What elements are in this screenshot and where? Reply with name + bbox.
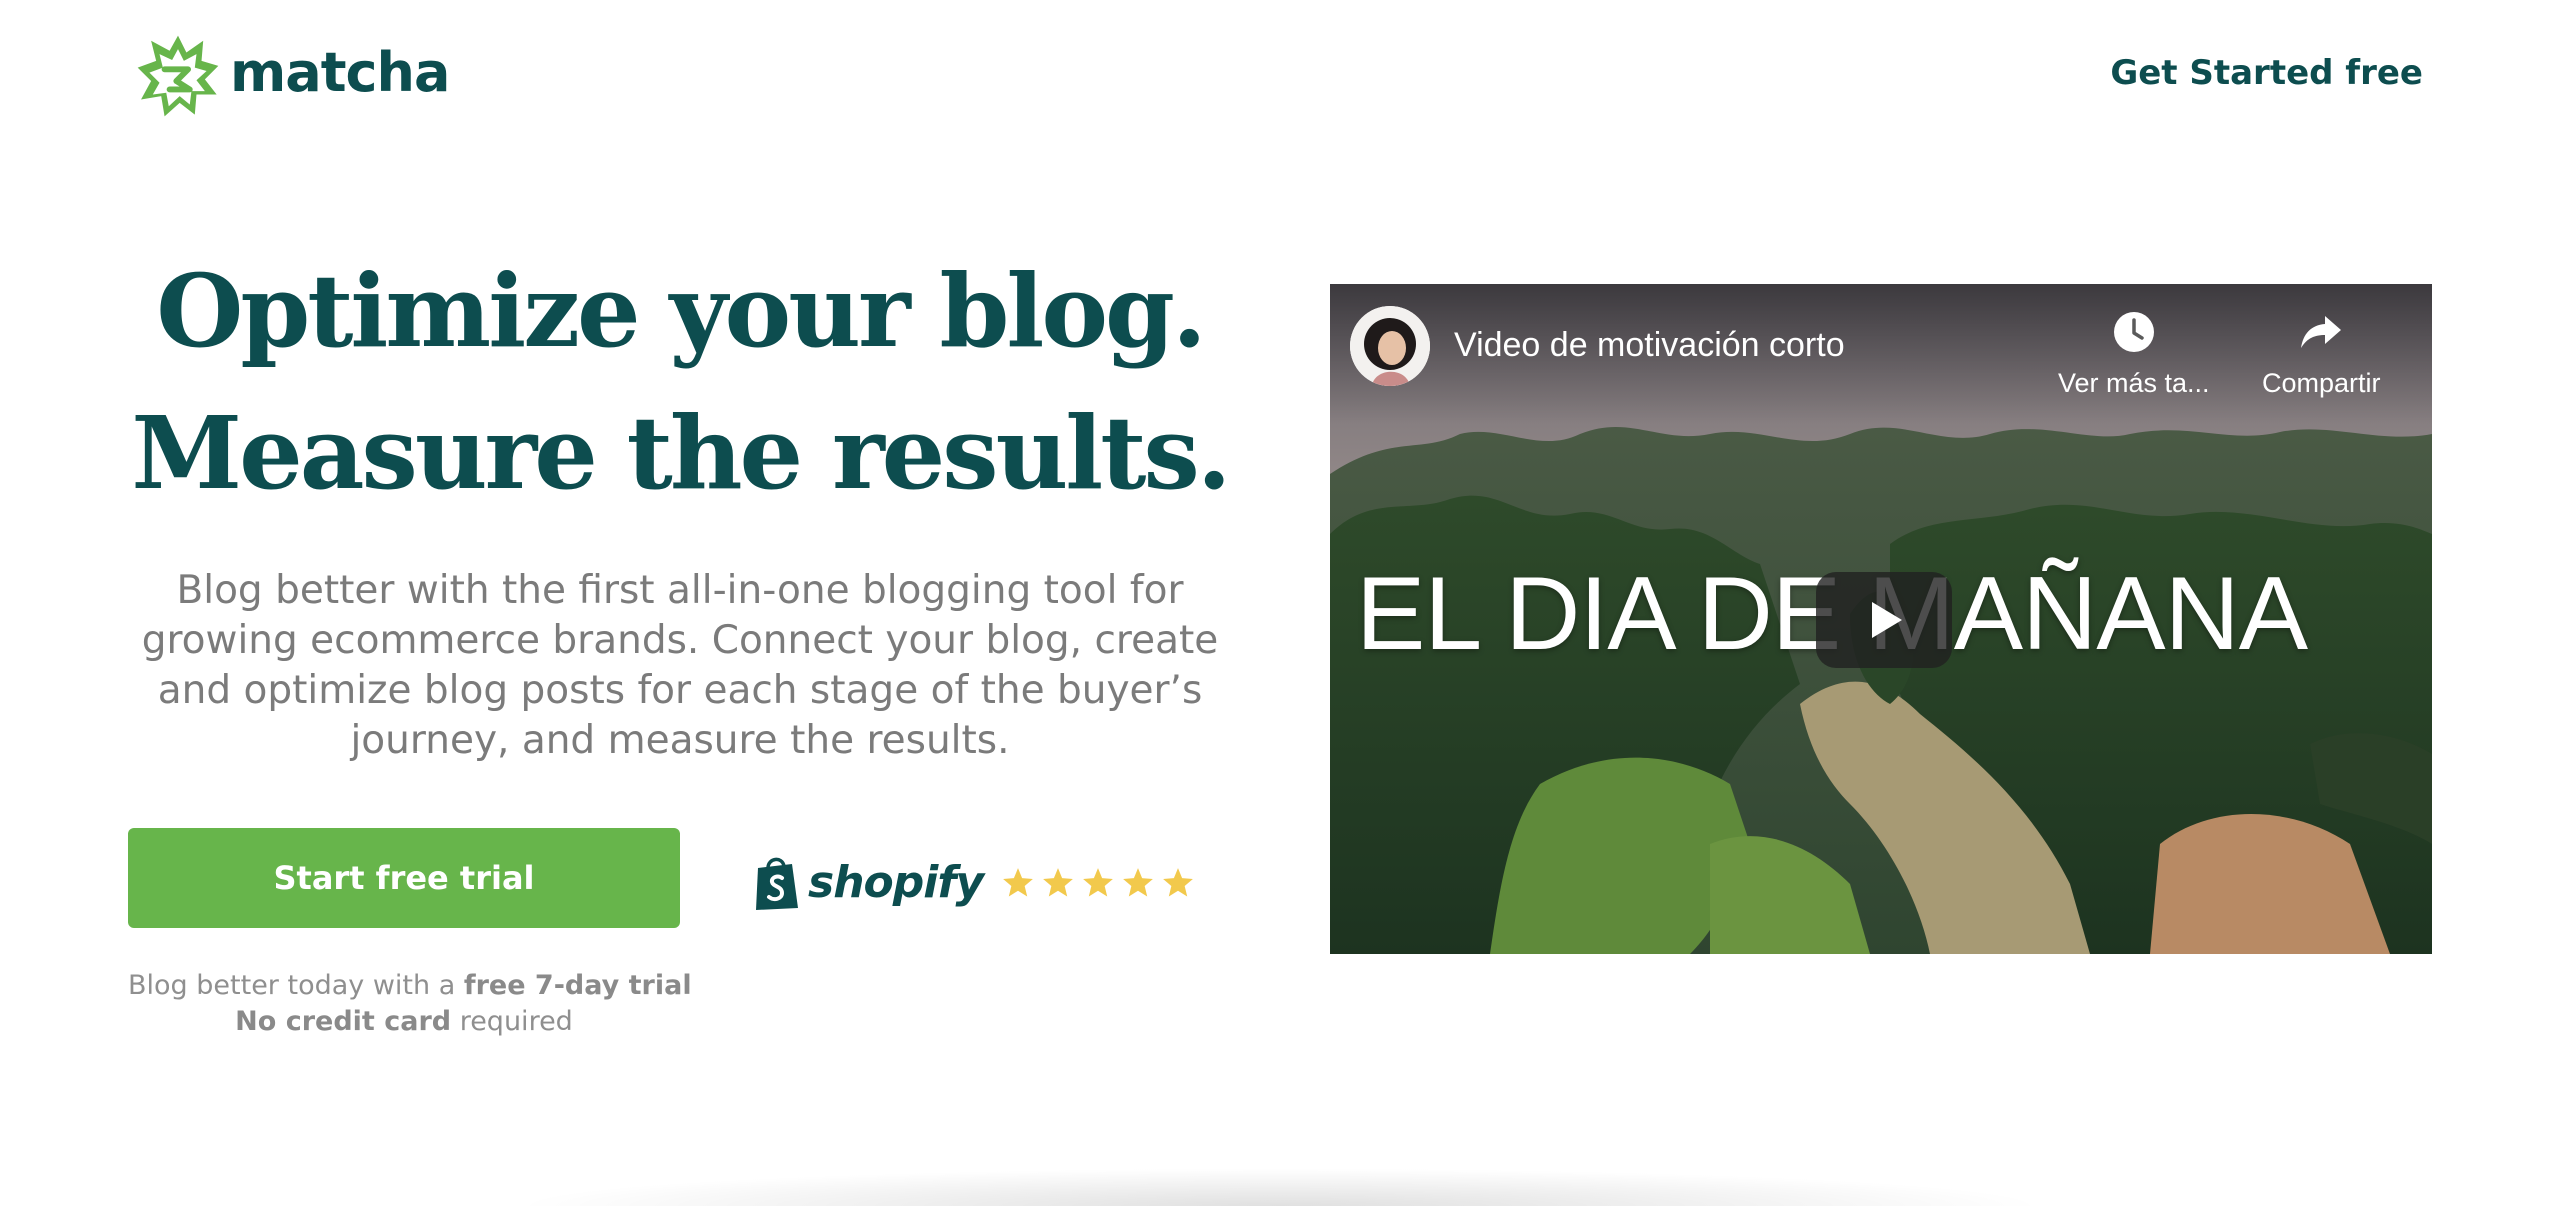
hero-subtitle: Blog better with the first all-in-one bl… bbox=[141, 568, 1219, 763]
clock-icon bbox=[2113, 312, 2154, 352]
star-icon bbox=[1123, 868, 1154, 897]
trial-note-line-1: Blog better today with a free 7-day tria… bbox=[128, 968, 692, 1004]
watch-later-label: Ver más ta... bbox=[2058, 368, 2210, 398]
star-icon bbox=[1043, 868, 1074, 897]
star-icon bbox=[1003, 868, 1034, 897]
next-section-edge bbox=[510, 1168, 2050, 1206]
star-icon bbox=[1083, 868, 1114, 897]
trial-note-prefix: Blog better today with a bbox=[128, 970, 464, 1001]
star-icon bbox=[1163, 868, 1194, 897]
play-icon bbox=[1872, 602, 1902, 638]
shopify-rating: shopify bbox=[752, 854, 1195, 912]
site-header: matcha Get Started free bbox=[0, 0, 2560, 150]
channel-avatar[interactable] bbox=[1350, 306, 1430, 386]
trial-note-no-credit-card: No credit card bbox=[235, 1006, 452, 1037]
channel-avatar-icon bbox=[1350, 306, 1430, 386]
video-title[interactable]: Video de motivación corto bbox=[1454, 328, 1845, 362]
watch-later-button[interactable]: Ver más ta... bbox=[2058, 308, 2210, 397]
trial-note-suffix: required bbox=[451, 1006, 573, 1037]
star-rating bbox=[1001, 866, 1195, 900]
shopify-wordmark: shopify bbox=[808, 857, 984, 908]
hero-title-line-2: Measure the results. bbox=[131, 394, 1231, 512]
matcha-logo-icon bbox=[137, 35, 219, 117]
hero-title-line-1: Optimize your blog. bbox=[156, 252, 1207, 370]
start-free-trial-button[interactable]: Start free trial bbox=[128, 828, 680, 928]
brand-name: matcha bbox=[230, 41, 450, 104]
share-label: Compartir bbox=[2262, 368, 2381, 398]
video-player[interactable]: Video de motivación corto Ver más ta... … bbox=[1330, 284, 2432, 954]
share-button[interactable]: Compartir bbox=[2262, 308, 2381, 397]
trial-note-free-trial: free 7-day trial bbox=[463, 970, 692, 1001]
shopify-bag-icon bbox=[756, 857, 798, 910]
trial-note: Blog better today with a free 7-day tria… bbox=[128, 968, 692, 1040]
get-started-link[interactable]: Get Started free bbox=[2110, 56, 2423, 90]
brand-logo[interactable]: matcha bbox=[136, 34, 450, 118]
play-button[interactable] bbox=[1816, 572, 1952, 668]
hero-title: Optimize your blog. Measure the results. bbox=[120, 240, 1240, 524]
trial-note-line-2: No credit card required bbox=[128, 1004, 680, 1040]
hero-section: Optimize your blog. Measure the results.… bbox=[120, 240, 1240, 763]
share-arrow-icon bbox=[2301, 316, 2342, 348]
